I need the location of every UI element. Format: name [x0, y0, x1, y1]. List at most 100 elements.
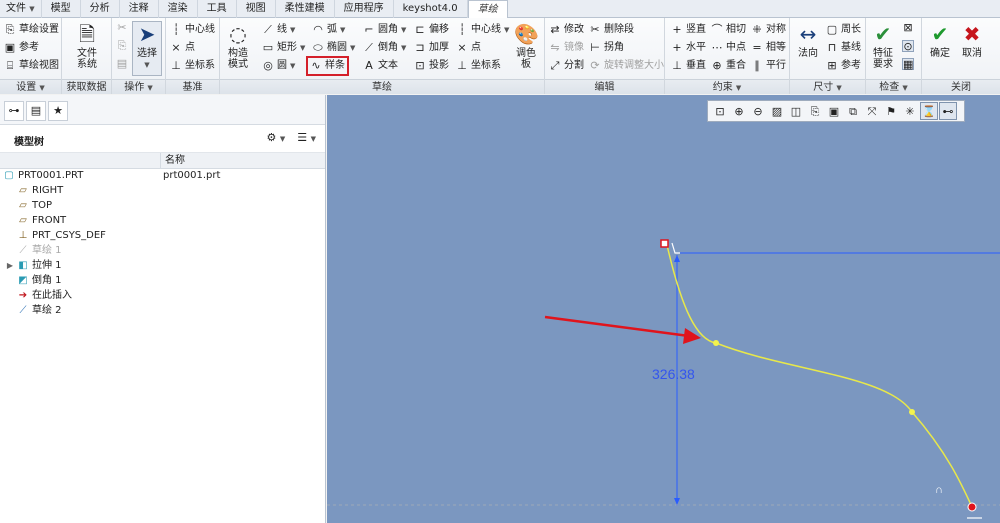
- dimension-value-label[interactable]: 326.38: [652, 366, 695, 382]
- cut-icon[interactable]: ✂: [116, 22, 128, 34]
- arc-button[interactable]: ◠ 弧 ▼: [312, 21, 345, 39]
- datum-point-button[interactable]: × 点: [170, 39, 195, 57]
- spline-point[interactable]: [713, 340, 719, 346]
- highlight-open-ends-icon[interactable]: ⊙: [902, 40, 914, 53]
- thicken-button[interactable]: ⊐ 加厚: [414, 39, 449, 57]
- group-label-setup[interactable]: 设置 ▼: [0, 79, 61, 94]
- reference-dimension-button[interactable]: ⊞ 参考: [826, 57, 861, 75]
- cancel-button[interactable]: ✖ 取消: [957, 22, 987, 59]
- menu-tab-annotate[interactable]: 注释: [120, 0, 159, 18]
- references-icon: ▣: [4, 41, 16, 54]
- mirror-button[interactable]: ⇋ 镜像: [549, 39, 584, 57]
- baseline-button[interactable]: ⊓ 基线: [826, 39, 861, 57]
- tree-row-sketch-2[interactable]: ⟋ 草绘 2: [17, 303, 62, 318]
- copy-icon[interactable]: ⎘: [116, 40, 128, 52]
- divide-button[interactable]: ⤢ 分割: [549, 57, 584, 75]
- favorites-tab-icon[interactable]: ★: [48, 101, 68, 121]
- tree-row-sketch-1[interactable]: ⟋ 草绘 1: [17, 243, 62, 258]
- sketch-csys-button[interactable]: ⊥ 坐标系: [456, 57, 501, 75]
- overlapping-geometry-icon[interactable]: ⊠: [902, 22, 914, 34]
- equal-constraint-button[interactable]: = 相等: [751, 39, 786, 57]
- coincident-constraint-button[interactable]: ⊕ 重合: [711, 57, 746, 75]
- text-icon: A: [365, 59, 373, 72]
- sketch-centerline-button[interactable]: ┆ 中心线 ▼: [456, 21, 510, 39]
- spline-button[interactable]: ∿ 样条: [306, 56, 349, 76]
- tree-row-insert-here[interactable]: ➔ 在此插入: [17, 288, 72, 303]
- navigator-tabs: ⊶ ▤ ★: [0, 95, 325, 125]
- perpendicular-constraint-button[interactable]: ⊥ 垂直: [671, 57, 706, 75]
- spline-curve[interactable]: [666, 244, 973, 508]
- fillet-button[interactable]: ⌐ 圆角 ▼: [363, 21, 406, 39]
- modify-button[interactable]: ⇄ 修改: [549, 21, 584, 39]
- group-label-inspect[interactable]: 检查 ▼: [866, 79, 921, 94]
- project-button[interactable]: ⊡ 投影: [414, 57, 449, 75]
- corner-button[interactable]: ⊢ 拐角: [589, 39, 624, 57]
- group-label-dimension[interactable]: 尺寸 ▼: [790, 79, 865, 94]
- datum-plane-icon: ▱: [19, 215, 27, 226]
- menu-tab-flexible-modeling[interactable]: 柔性建模: [276, 0, 335, 18]
- sketch-icon: ⟋: [19, 245, 27, 256]
- menu-tab-applications[interactable]: 应用程序: [335, 0, 394, 18]
- perimeter-button[interactable]: ▢ 周长: [826, 21, 861, 39]
- tree-row-extrude-1[interactable]: ▶ ◧ 拉伸 1: [6, 258, 62, 273]
- midpoint-constraint-button[interactable]: ⋯ 中点: [711, 39, 747, 57]
- select-button[interactable]: ➤ 选择 ▼: [132, 21, 162, 76]
- tree-row-right[interactable]: ▱ RIGHT: [17, 183, 63, 198]
- tree-row-top[interactable]: ▱ TOP: [17, 198, 52, 213]
- menu-tab-model[interactable]: 模型: [42, 0, 81, 18]
- sketch-view-button[interactable]: ⌸ 草绘视图: [4, 57, 59, 75]
- shade-closed-loops-icon[interactable]: ▦: [902, 58, 914, 71]
- menu-tab-render[interactable]: 渲染: [159, 0, 198, 18]
- menu-tab-analysis[interactable]: 分析: [81, 0, 120, 18]
- spline-end-point[interactable]: [967, 502, 977, 512]
- references-button[interactable]: ▣ 参考: [4, 39, 39, 57]
- datum-centerline-button[interactable]: ┆ 中心线: [170, 21, 215, 39]
- tree-settings-icon[interactable]: ⚙ ▼: [264, 130, 289, 146]
- chamfer-button[interactable]: ⟋ 倒角 ▼: [363, 39, 406, 57]
- tree-row-root[interactable]: ▢ PRT0001.PRT: [3, 168, 83, 183]
- folder-browser-tab-icon[interactable]: ▤: [26, 101, 46, 121]
- construction-mode-button[interactable]: ◌ 构造 模式: [223, 22, 253, 70]
- delete-segment-button[interactable]: ✂ 删除段: [589, 21, 634, 39]
- paste-icon[interactable]: ▤: [116, 58, 128, 70]
- symmetric-constraint-button[interactable]: ⁜ 对称: [751, 21, 786, 39]
- feature-requirements-button[interactable]: ✔ 特征 要求: [868, 22, 898, 70]
- menu-tab-view[interactable]: 视图: [237, 0, 276, 18]
- graphics-canvas[interactable]: ⊡ ⊕ ⊖ ▨ ◫ ⎘ ▣ ⧉ ⤧ ⚑ ✳ ⌛ ⊷ ∩ 326.38: [327, 95, 1000, 523]
- delete-segment-icon: ✂: [590, 23, 600, 36]
- model-tree-tab-icon[interactable]: ⊶: [4, 101, 24, 121]
- menu-tab-tools[interactable]: 工具: [198, 0, 237, 18]
- menu-tab-keyshot[interactable]: keyshot4.0: [394, 0, 468, 18]
- ellipse-button[interactable]: ⬭ 椭圆 ▼: [312, 39, 355, 57]
- parallel-constraint-button[interactable]: ∥ 平行: [751, 57, 786, 75]
- line-button[interactable]: ⟋ 线 ▼: [262, 21, 295, 39]
- horizontal-constraint-button[interactable]: + 水平: [671, 39, 706, 57]
- rotate-resize-button[interactable]: ⟳ 旋转调整大小: [589, 57, 664, 75]
- construction-mode-icon: ◌: [229, 22, 247, 46]
- menu-tab-file[interactable]: 文件 ▼: [0, 0, 42, 18]
- tangent-constraint-button[interactable]: ⌒ 相切: [711, 21, 747, 39]
- sketch-setup-button[interactable]: ⎘ 草绘设置: [4, 21, 59, 39]
- ok-button[interactable]: ✔ 确定: [925, 22, 955, 59]
- file-system-button[interactable]: 🗎 文件 系统: [71, 22, 103, 70]
- rectangle-button[interactable]: ▭ 矩形 ▼: [262, 39, 306, 57]
- spline-start-point[interactable]: [660, 239, 669, 248]
- sketch-point-button[interactable]: × 点: [456, 39, 481, 57]
- tree-row-front[interactable]: ▱ FRONT: [17, 213, 66, 228]
- spline-point[interactable]: [909, 409, 915, 415]
- offset-button[interactable]: ⊏ 偏移: [414, 21, 449, 39]
- group-label-constrain[interactable]: 约束 ▼: [665, 79, 789, 94]
- column-name-header[interactable]: 名称: [160, 153, 185, 169]
- group-label-operations[interactable]: 操作 ▼: [112, 79, 165, 94]
- tree-row-csys[interactable]: ⊥ PRT_CSYS_DEF: [17, 228, 106, 243]
- vertical-constraint-button[interactable]: + 竖直: [671, 21, 706, 39]
- normal-dimension-button[interactable]: ↔ 法向: [793, 22, 823, 59]
- circle-button[interactable]: ◎ 圆 ▼: [262, 57, 295, 75]
- text-button[interactable]: A 文本: [363, 57, 398, 75]
- datum-csys-button[interactable]: ⊥ 坐标系: [170, 57, 215, 75]
- tree-row-chamfer-1[interactable]: ◩ 倒角 1: [17, 273, 61, 288]
- expand-arrow-icon[interactable]: ▶: [6, 258, 14, 273]
- menu-tab-sketch[interactable]: 草绘: [467, 0, 508, 19]
- tree-filter-icon[interactable]: ☰ ▼: [294, 130, 319, 146]
- palette-button[interactable]: 🎨 调色 板: [510, 22, 542, 70]
